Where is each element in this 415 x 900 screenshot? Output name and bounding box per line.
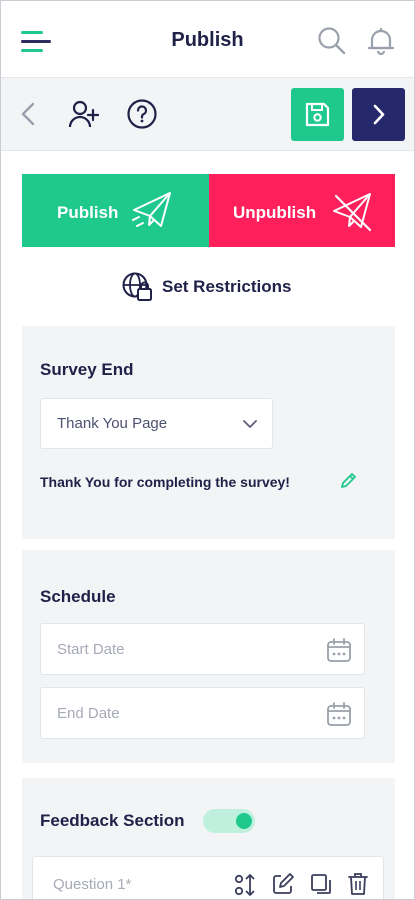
duplicate-icon[interactable]	[309, 872, 333, 896]
page-title: Publish	[171, 29, 244, 51]
schedule-title: Schedule	[40, 587, 116, 606]
edit-pencil-icon[interactable]	[339, 472, 357, 490]
survey-end-card: Survey End Thank You Page Thank You for …	[22, 326, 395, 539]
add-user-icon[interactable]	[67, 98, 99, 130]
next-button[interactable]	[352, 88, 405, 141]
globe-lock-icon	[122, 272, 152, 301]
app-frame: Publish Publish Unpublish Set Restrictio…	[0, 0, 415, 900]
next-chevron-icon	[373, 104, 385, 125]
end-date-placeholder: End Date	[57, 705, 120, 722]
trash-icon[interactable]	[347, 872, 369, 896]
survey-end-title: Survey End	[40, 360, 134, 379]
edit-icon[interactable]	[271, 872, 295, 896]
feedback-title: Feedback Section	[40, 811, 185, 830]
unpublish-button[interactable]: Unpublish	[209, 174, 395, 247]
top-header: Publish	[1, 1, 414, 77]
thank-you-message: Thank You for completing the survey!	[40, 474, 290, 490]
feedback-card: Feedback Section Question 1*	[22, 778, 395, 899]
end-date-input[interactable]: End Date	[40, 687, 365, 739]
publish-button[interactable]: Publish	[22, 174, 209, 247]
unpublish-label: Unpublish	[233, 203, 317, 222]
toolbar	[1, 77, 414, 151]
set-restrictions-label: Set Restrictions	[162, 277, 292, 296]
survey-end-select[interactable]: Thank You Page	[40, 398, 273, 449]
bell-icon[interactable]	[366, 26, 396, 56]
reorder-icon[interactable]	[233, 872, 257, 898]
search-icon[interactable]	[317, 26, 347, 56]
survey-end-selected: Thank You Page	[57, 415, 168, 432]
save-icon	[305, 102, 330, 127]
start-date-input[interactable]: Start Date	[40, 623, 365, 675]
save-button[interactable]	[291, 88, 344, 141]
question-placeholder: Question 1*	[53, 876, 132, 893]
toggle-knob	[236, 813, 252, 829]
calendar-icon[interactable]	[325, 636, 353, 664]
schedule-card: Schedule Start Date End Date	[22, 550, 395, 763]
help-icon[interactable]	[126, 98, 158, 130]
calendar-icon[interactable]	[325, 700, 353, 728]
question-input[interactable]: Question 1*	[32, 856, 384, 899]
publish-actions: Publish Unpublish	[22, 174, 395, 247]
feedback-toggle[interactable]	[203, 809, 255, 833]
start-date-placeholder: Start Date	[57, 641, 125, 658]
chevron-down-icon	[243, 420, 257, 428]
back-chevron-icon[interactable]	[13, 98, 45, 130]
paper-plane-icon	[132, 192, 171, 227]
paper-plane-off-icon	[333, 193, 372, 232]
publish-label: Publish	[57, 203, 119, 222]
